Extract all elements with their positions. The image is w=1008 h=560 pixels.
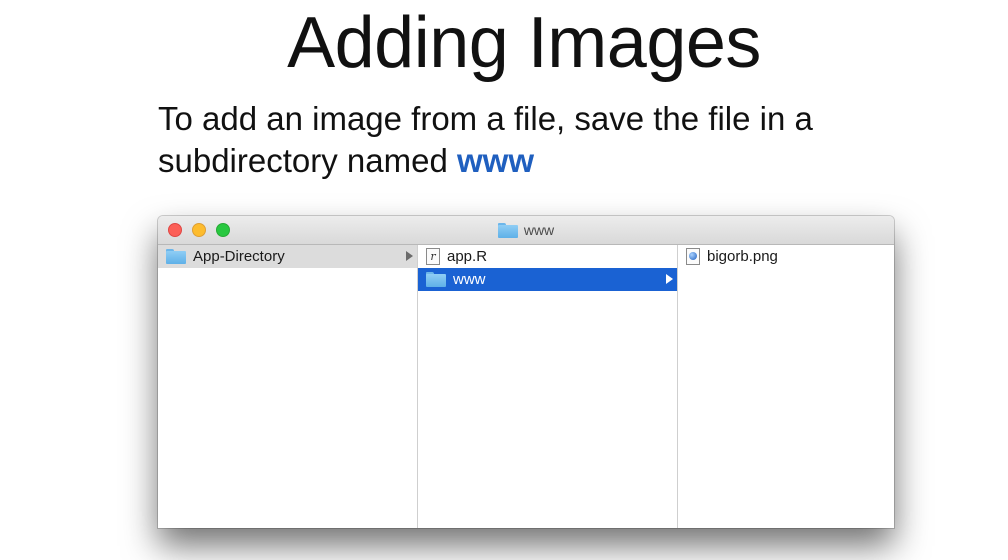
window-titlebar[interactable]: www (158, 216, 894, 245)
finder-column-1[interactable]: App-Directory (158, 245, 418, 528)
body-text-highlight: www (456, 142, 534, 179)
finder-item-label: app.R (447, 248, 488, 265)
disclosure-arrow-icon (406, 251, 413, 261)
finder-item-bigorb-png[interactable]: bigorb.png (678, 245, 894, 268)
slide-body-text: To add an image from a file, save the fi… (158, 98, 918, 182)
finder-column-2[interactable]: r app.R www (418, 245, 678, 528)
folder-icon (426, 272, 446, 287)
column-browser: App-Directory r app.R www bigorb.png (158, 245, 894, 528)
window-title: www (158, 216, 894, 244)
script-file-icon: r (426, 248, 440, 265)
finder-item-label: App-Directory (193, 248, 285, 265)
folder-icon (497, 222, 518, 238)
finder-item-label: bigorb.png (707, 248, 778, 265)
disclosure-arrow-icon (666, 274, 673, 284)
window-title-label: www (523, 222, 555, 238)
finder-window: www App-Directory r app.R www bigorb.png (158, 216, 894, 528)
finder-column-3[interactable]: bigorb.png (678, 245, 894, 528)
finder-item-label: www (453, 271, 486, 288)
finder-item-www[interactable]: www (418, 268, 677, 291)
folder-icon (166, 249, 186, 264)
finder-item-app-directory[interactable]: App-Directory (158, 245, 417, 268)
image-file-icon (686, 248, 700, 265)
finder-item-app-r[interactable]: r app.R (418, 245, 677, 268)
slide-title: Adding Images (287, 3, 761, 83)
